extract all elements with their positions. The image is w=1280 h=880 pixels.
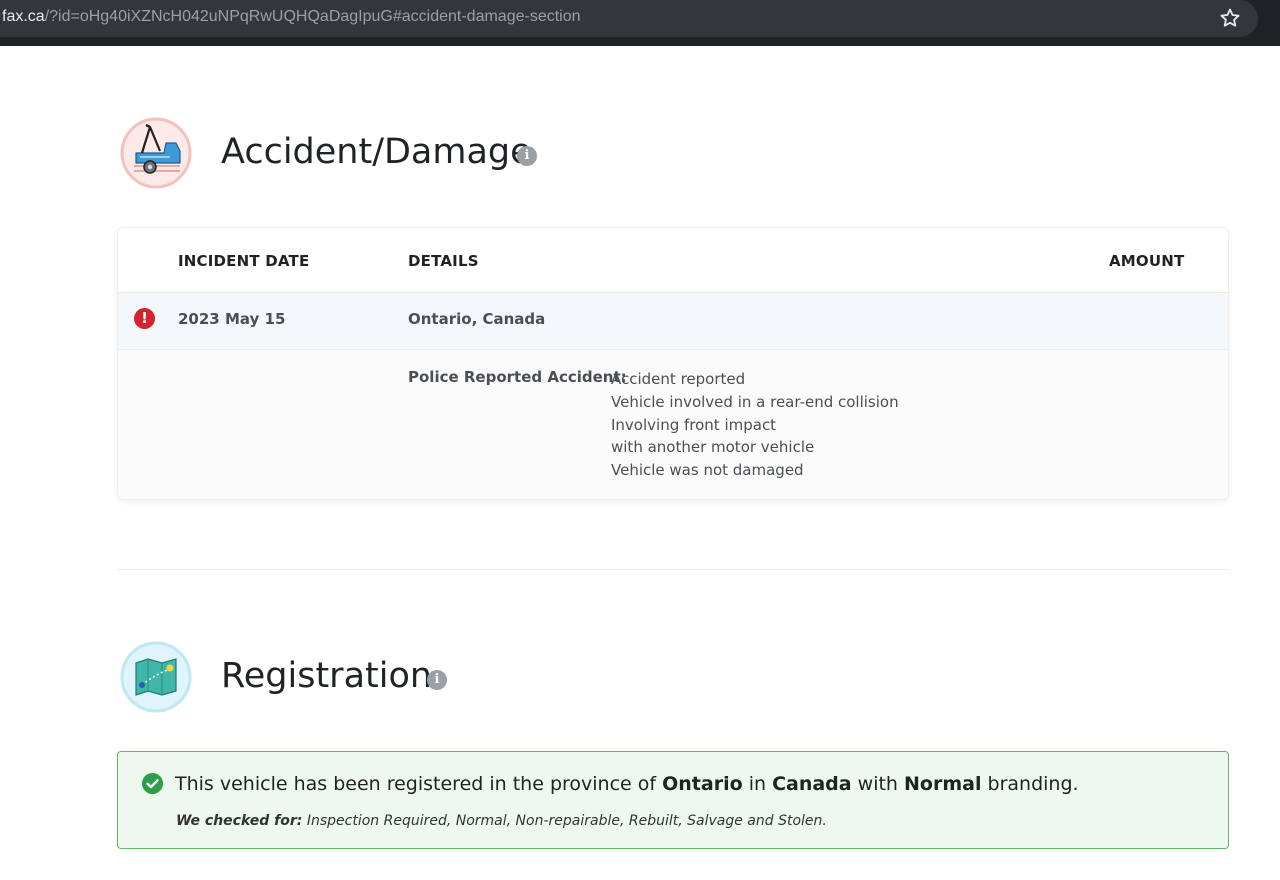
message-text: with <box>851 773 904 795</box>
message-text: in <box>742 773 773 795</box>
checked-for-note: We checked for: Inspection Required, Nor… <box>176 813 827 829</box>
registration-message: This vehicle has been registered in the … <box>175 773 1079 795</box>
section-divider <box>117 569 1229 570</box>
detail-line: Vehicle involved in a rear-end collision <box>611 392 899 411</box>
info-icon[interactable]: i <box>517 146 537 166</box>
table-row: ! 2023 May 15 Ontario, Canada <box>118 293 1228 350</box>
column-incident-date: INCIDENT DATE <box>178 252 310 270</box>
incident-date: 2023 May 15 <box>178 310 286 328</box>
registration-section-title: Registration <box>221 656 433 696</box>
detail-label: Police Reported Accident: <box>408 368 627 386</box>
url-text[interactable]: fax.ca/?id=oHg40iXZNcH042uNPqRwUQHQaDagI… <box>2 8 581 26</box>
browser-toolbar: fax.ca/?id=oHg40iXZNcH042uNPqRwUQHQaDagI… <box>0 0 1280 46</box>
incident-location: Ontario, Canada <box>408 310 546 328</box>
column-details: DETAILS <box>408 252 479 270</box>
tow-truck-icon <box>120 117 192 189</box>
column-amount: AMOUNT <box>1109 252 1185 270</box>
province-name: Ontario <box>662 773 743 795</box>
checked-for-list: Inspection Required, Normal, Non-repaira… <box>302 813 827 829</box>
accident-table: INCIDENT DATE DETAILS AMOUNT ! 2023 May … <box>117 227 1229 500</box>
detail-line: Vehicle was not damaged <box>611 461 804 480</box>
checked-for-label: We checked for: <box>176 813 303 829</box>
detail-line: with another motor vehicle <box>611 438 815 457</box>
star-icon[interactable] <box>1218 6 1242 30</box>
country-name: Canada <box>772 773 852 795</box>
table-header: INCIDENT DATE DETAILS AMOUNT <box>118 228 1228 293</box>
info-icon[interactable]: i <box>427 670 447 690</box>
detail-line: Accident reported <box>611 370 746 388</box>
check-circle-icon <box>142 773 163 794</box>
message-text: branding. <box>981 773 1079 795</box>
detail-line: Involving front impact <box>611 415 777 434</box>
url-path: /?id=oHg40iXZNcH042uNPqRwUQHQaDagIpuG#ac… <box>44 8 581 25</box>
accident-section-title: Accident/Damage <box>221 132 532 172</box>
address-bar[interactable]: fax.ca/?id=oHg40iXZNcH042uNPqRwUQHQaDagI… <box>0 0 1258 37</box>
url-host: fax.ca <box>2 8 45 25</box>
map-icon <box>120 641 192 713</box>
branding-status: Normal <box>904 773 982 795</box>
message-text: This vehicle has been registered in the … <box>175 773 663 795</box>
alert-icon: ! <box>134 308 155 329</box>
registration-status-box: This vehicle has been registered in the … <box>117 751 1229 849</box>
detail-lines: Accident reported Vehicle involved in a … <box>611 368 899 482</box>
